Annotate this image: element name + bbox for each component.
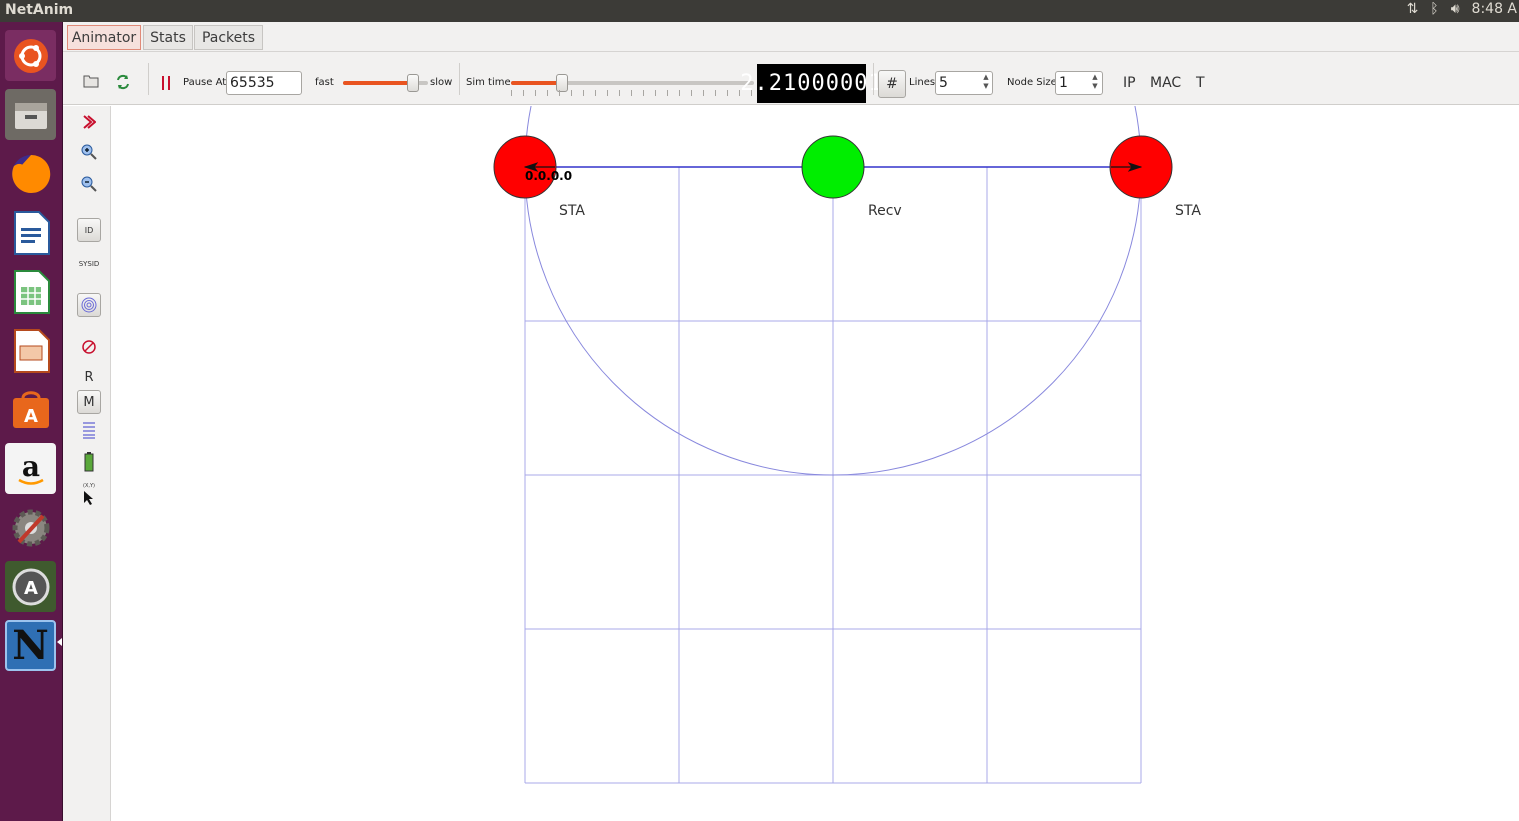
- pause-icon[interactable]: [161, 75, 171, 91]
- node-size-spin-arrows[interactable]: ▲ ▼: [1089, 73, 1101, 91]
- sim-time-slider-fill: [511, 81, 562, 85]
- sim-time-display: 2.21000001: [740, 64, 882, 103]
- svg-text:a: a: [21, 450, 39, 483]
- tab-bar: Animator Stats Packets: [63, 22, 1519, 52]
- side-tool-column: ID SYSID R M (X,Y): [63, 106, 111, 821]
- grid-glyph: #: [886, 76, 898, 92]
- sim-time-ticks: [511, 90, 754, 96]
- zoom-in-icon[interactable]: [77, 140, 101, 164]
- tab-stats-label: Stats: [150, 29, 186, 46]
- speed-slider-fill: [343, 81, 413, 85]
- speed-slider-handle[interactable]: [407, 74, 419, 92]
- pause-at-input[interactable]: 65535: [226, 71, 302, 95]
- wireless-range-icon[interactable]: [77, 293, 101, 317]
- software-updater-icon[interactable]: A: [5, 561, 56, 612]
- pause-at-label: Pause At: [183, 77, 227, 88]
- node-size-label: Node Size: [1007, 77, 1057, 88]
- battery-icon[interactable]: [77, 450, 101, 474]
- no-entry-icon[interactable]: [77, 335, 101, 359]
- impress-icon[interactable]: [5, 325, 56, 376]
- mac-toggle-button[interactable]: MAC: [1150, 75, 1181, 91]
- node-label-sta-right: STA: [1175, 203, 1201, 219]
- animator-toolbar: Pause At 65535 fast slow Sim time 2.2100…: [63, 52, 1519, 105]
- show-sysid-button[interactable]: SYSID: [77, 252, 101, 276]
- tab-packets[interactable]: Packets: [194, 25, 263, 50]
- netanim-icon[interactable]: N: [5, 620, 56, 671]
- slow-label: slow: [430, 77, 453, 88]
- list-lines-icon[interactable]: [77, 418, 101, 442]
- network-transfer-icon[interactable]: ⇅: [1407, 1, 1419, 17]
- sysid-label: SYSID: [78, 260, 100, 268]
- tab-animator[interactable]: Animator: [67, 25, 141, 50]
- ubuntu-home-icon[interactable]: [5, 30, 56, 81]
- active-app-title: NetAnim: [5, 2, 74, 18]
- files-icon[interactable]: [5, 89, 56, 140]
- node-label-recv: Recv: [868, 203, 902, 219]
- animation-canvas[interactable]: 0.0.0.0 STA Recv STA: [111, 106, 1519, 821]
- open-file-icon[interactable]: [83, 74, 99, 88]
- lines-spin-arrows[interactable]: ▲ ▼: [980, 73, 992, 91]
- toolbar-separator: [873, 63, 874, 95]
- lines-label: Lines: [909, 77, 936, 88]
- xy-pointer-icon[interactable]: (X,Y): [77, 482, 101, 506]
- reload-icon[interactable]: [115, 74, 131, 90]
- bluetooth-icon[interactable]: ᛒ: [1430, 1, 1438, 17]
- calc-icon[interactable]: [5, 266, 56, 317]
- clock[interactable]: 8:48 A: [1472, 1, 1517, 17]
- amazon-icon[interactable]: a: [5, 443, 56, 494]
- node-recv[interactable]: [801, 135, 865, 199]
- volume-icon[interactable]: 🔊︎: [1451, 1, 1460, 17]
- toolbar-separator: [148, 63, 149, 95]
- toolbar-separator: [459, 63, 460, 95]
- expand-chevron-icon[interactable]: [77, 110, 101, 134]
- system-tray: ⇅ ᛒ 🔊︎ 8:48 A: [1407, 1, 1519, 17]
- ubuntu-software-icon[interactable]: A: [5, 384, 56, 435]
- system-top-bar: NetAnim ⇅ ᛒ 🔊︎ 8:48 A: [0, 0, 1519, 22]
- firefox-icon[interactable]: [5, 148, 56, 199]
- sim-time-label: Sim time: [466, 77, 511, 88]
- svg-text:A: A: [24, 406, 38, 427]
- system-settings-icon[interactable]: [5, 502, 56, 553]
- t-toggle-button[interactable]: T: [1196, 75, 1205, 91]
- xy-label: (X,Y): [83, 483, 95, 489]
- svg-text:A: A: [24, 578, 38, 599]
- r-button[interactable]: R: [77, 365, 101, 389]
- tab-stats[interactable]: Stats: [143, 25, 193, 50]
- ip-toggle-button[interactable]: IP: [1123, 75, 1136, 91]
- grid-toggle-icon[interactable]: #: [878, 70, 906, 98]
- launcher: A a A N: [0, 22, 63, 821]
- show-node-id-button[interactable]: ID: [77, 218, 101, 242]
- id-label: ID: [84, 225, 94, 235]
- writer-icon[interactable]: [5, 207, 56, 258]
- fast-label: fast: [315, 77, 334, 88]
- tab-animator-label: Animator: [71, 29, 137, 46]
- tab-packets-label: Packets: [201, 29, 256, 46]
- node-label-sta-left: STA: [559, 203, 585, 219]
- zoom-out-icon[interactable]: [77, 172, 101, 196]
- node-ip-label: 0.0.0.0: [525, 169, 572, 183]
- m-button[interactable]: M: [77, 390, 101, 414]
- netanim-letter: N: [12, 622, 49, 669]
- active-app-indicator-icon: [57, 638, 62, 646]
- topology-view: 0.0.0.0 STA Recv STA: [493, 106, 1201, 784]
